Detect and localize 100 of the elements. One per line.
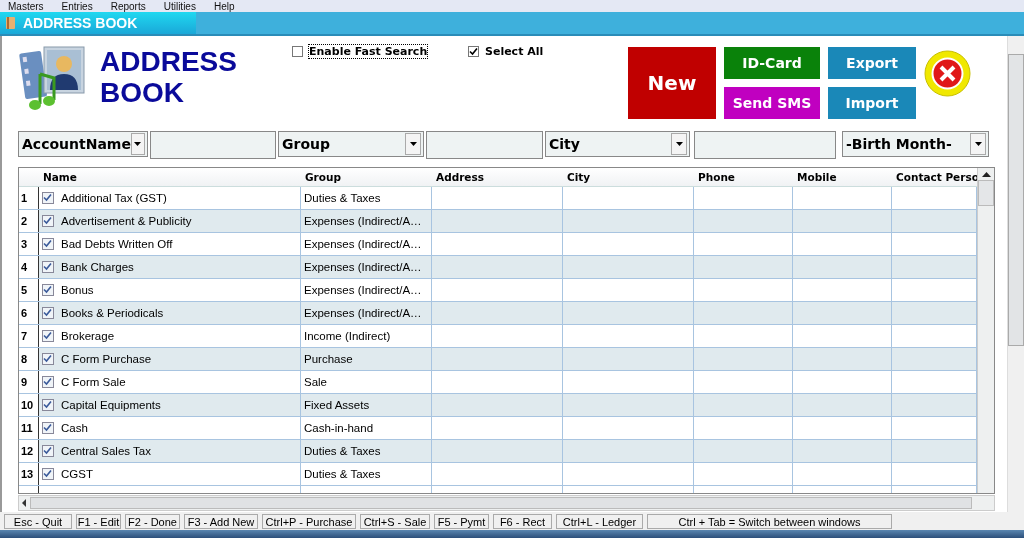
table-cell: CGST	[61, 468, 93, 480]
checkbox-label[interactable]: Enable Fast Search	[309, 44, 428, 58]
menu-item[interactable]: Masters	[8, 0, 44, 12]
table-cell: Income (Indirect)	[304, 330, 391, 342]
filter-dropdown[interactable]: -Birth Month-	[842, 131, 989, 157]
dropdown-arrow-icon[interactable]	[134, 142, 142, 146]
row-checkbox[interactable]	[42, 468, 54, 480]
column-header[interactable]: Contact Perso	[892, 168, 977, 186]
table-cell: Expenses (Indirect/A…	[304, 238, 422, 250]
table-cell: Purchase	[304, 353, 353, 365]
filter-dropdown[interactable]: City	[545, 131, 690, 157]
table-cell: Expenses (Indirect/A…	[304, 284, 422, 296]
scroll-up-icon[interactable]	[981, 172, 991, 177]
row-checkbox[interactable]	[42, 307, 54, 319]
row-checkbox[interactable]	[42, 261, 54, 273]
menu-item[interactable]: Entries	[61, 0, 93, 12]
column-header[interactable]: City	[563, 168, 694, 186]
row-checkbox[interactable]	[42, 399, 54, 411]
filter-dropdown[interactable]: AccountName	[18, 131, 148, 157]
table-cell: Advertisement & Publicity	[61, 215, 192, 227]
row-number: 12	[19, 440, 39, 462]
column-header[interactable]: Name	[39, 168, 301, 186]
row-checkbox[interactable]	[42, 192, 54, 204]
row-checkbox[interactable]	[42, 284, 54, 296]
shortcut-hint: F2 - Done	[125, 513, 180, 529]
row-number: 9	[19, 371, 39, 393]
table-row[interactable]: 1 Additional Tax (GST) Duties & Taxes	[19, 187, 977, 210]
page-heading: ADDRESS BOOK	[100, 46, 238, 110]
dropdown-arrow-icon[interactable]	[974, 142, 982, 146]
checkbox[interactable]	[292, 45, 303, 57]
table-row[interactable]: 5 Bonus Expenses (Indirect/A…	[19, 279, 977, 302]
shortcut-hint: Ctrl + Tab = Switch between windows	[647, 513, 892, 529]
menu-item[interactable]: Reports	[110, 0, 146, 12]
filter-field[interactable]	[694, 131, 836, 159]
row-checkbox[interactable]	[42, 330, 54, 342]
action-button[interactable]: Send SMS	[724, 87, 820, 119]
checkbox[interactable]	[468, 45, 479, 57]
table-cell: Duties & Taxes	[304, 445, 381, 457]
table-cell: Capital Equipments	[61, 399, 161, 411]
row-checkbox[interactable]	[42, 353, 54, 365]
table-cell: C Form Purchase	[61, 353, 152, 365]
table-row[interactable]: 2 Advertisement & Publicity Expenses (Indirect/A…	[19, 210, 977, 233]
action-button[interactable]: Export	[828, 47, 916, 79]
table-row[interactable]: 10 Capital Equipments Fixed Assets	[19, 394, 977, 417]
filter-field[interactable]	[150, 131, 276, 159]
shortcut-hint: Ctrl+L - Ledger	[556, 513, 643, 529]
column-header[interactable]: Address	[432, 168, 563, 186]
table-cell: Cash-in-hand	[304, 422, 374, 434]
row-checkbox[interactable]	[42, 215, 54, 227]
table-row[interactable]: 8 C Form Purchase Purchase	[19, 348, 977, 371]
scrollbar[interactable]	[18, 495, 995, 511]
table-row[interactable]: 6 Books & Periodicals Expenses (Indirect/A…	[19, 302, 977, 325]
filter-field[interactable]	[426, 131, 543, 159]
row-number: 7	[19, 325, 39, 347]
scroll-thumb[interactable]	[30, 497, 972, 509]
shortcut-hint: Ctrl+P - Purchase	[262, 513, 356, 529]
row-number: 6	[19, 302, 39, 324]
table-row[interactable]: 11 Cash Cash-in-hand	[19, 417, 977, 440]
table-row[interactable]: 3 Bad Debts Written Off Expenses (Indirect/A…	[19, 233, 977, 256]
table-cell: Books & Periodicals	[61, 307, 164, 319]
table-row[interactable]: 7 Brokerage Income (Indirect)	[19, 325, 977, 348]
row-number: 10	[19, 394, 39, 416]
scrollbar[interactable]	[977, 168, 994, 493]
table-cell: Expenses (Indirect/A…	[304, 261, 422, 273]
table-row[interactable]: 12 Central Sales Tax Duties & Taxes	[19, 440, 977, 463]
row-checkbox[interactable]	[42, 422, 54, 434]
action-button[interactable]: ID-Card	[724, 47, 820, 79]
column-header[interactable]: Group	[301, 168, 432, 186]
scrollbar[interactable]	[1007, 36, 1024, 512]
book-icon	[6, 17, 15, 29]
column-header[interactable]: Mobile	[793, 168, 892, 186]
shortcut-hint: Ctrl+S - Sale	[360, 513, 430, 529]
table-row[interactable]: 9 C Form Sale Sale	[19, 371, 977, 394]
checkbox-label[interactable]: Select All	[485, 44, 544, 58]
dropdown-arrow-icon[interactable]	[409, 142, 417, 146]
table-cell: Cash	[61, 422, 88, 434]
close-icon[interactable]	[924, 50, 971, 97]
table-row[interactable]: 13 CGST Duties & Taxes	[19, 463, 977, 486]
row-number: 8	[19, 348, 39, 370]
table-cell: Additional Tax (GST)	[61, 192, 167, 204]
dropdown-arrow-icon[interactable]	[675, 142, 683, 146]
table-row[interactable]: 4 Bank Charges Expenses (Indirect/A…	[19, 256, 977, 279]
table-cell: Brokerage	[61, 330, 115, 342]
menu-item[interactable]: Help	[213, 0, 235, 12]
row-checkbox[interactable]	[42, 376, 54, 388]
row-checkbox[interactable]	[42, 445, 54, 457]
row-number: 1	[19, 187, 39, 209]
row-number: 5	[19, 279, 39, 301]
column-header[interactable]: Phone	[694, 168, 793, 186]
table-cell: C Form Sale	[61, 376, 126, 388]
row-number: 4	[19, 256, 39, 278]
filter-dropdown[interactable]: Group	[278, 131, 424, 157]
row-checkbox[interactable]	[42, 238, 54, 250]
action-button[interactable]: New	[628, 47, 716, 119]
row-number: 13	[19, 463, 39, 485]
table-cell: Expenses (Indirect/A…	[304, 215, 422, 227]
menu-item[interactable]: Utilities	[163, 0, 196, 12]
action-button[interactable]: Import	[828, 87, 916, 119]
scroll-thumb[interactable]	[1008, 54, 1024, 346]
scroll-thumb[interactable]	[978, 180, 994, 206]
